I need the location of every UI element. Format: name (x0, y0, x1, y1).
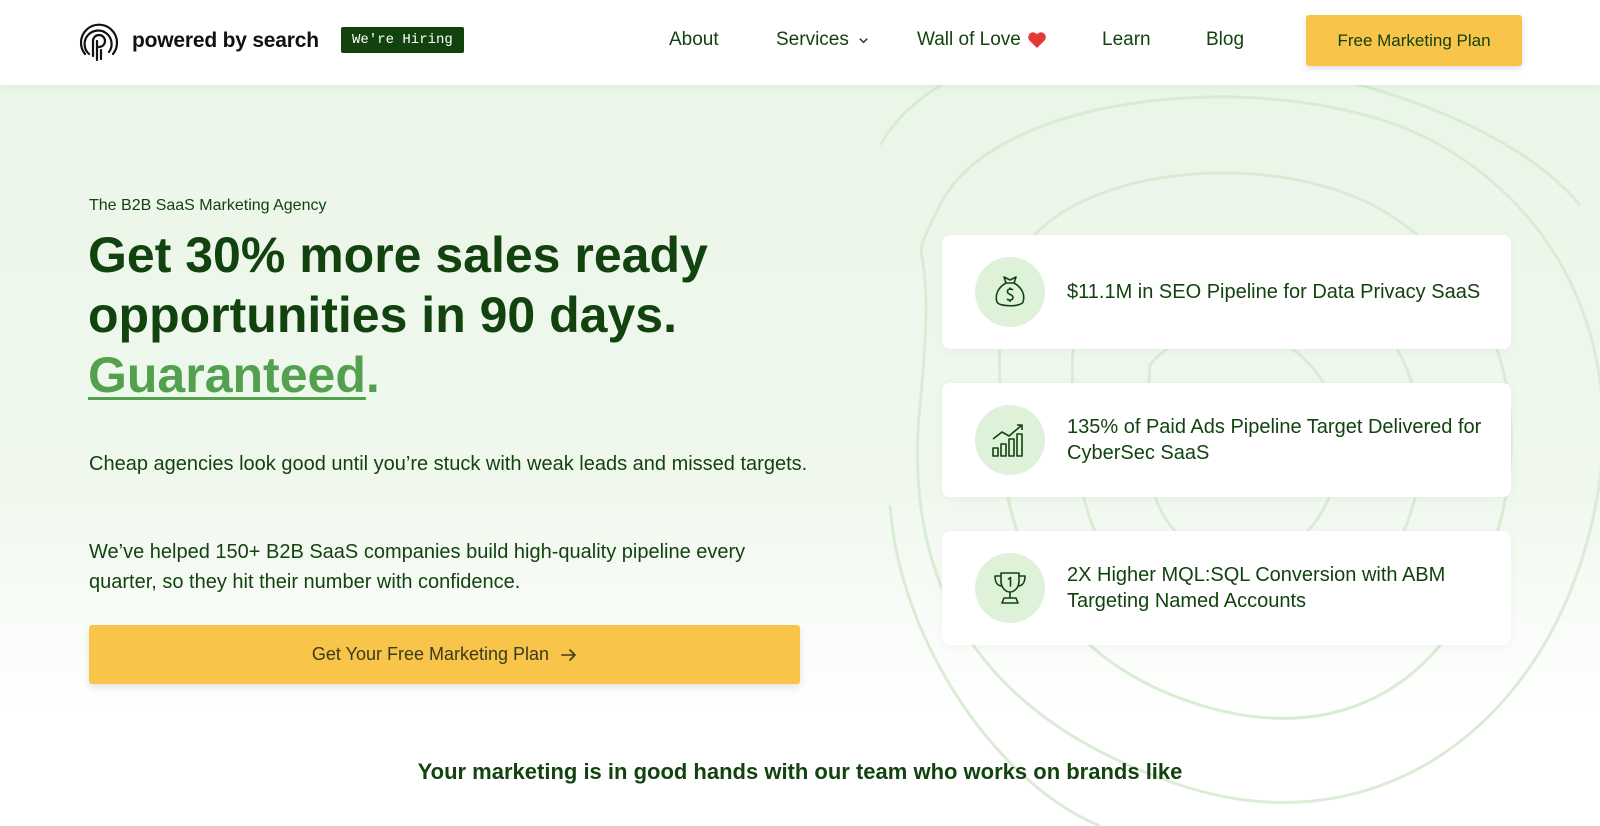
hiring-badge[interactable]: We're Hiring (341, 27, 464, 53)
stat-text: 135% of Paid Ads Pipeline Target Deliver… (1067, 416, 1482, 464)
nav-learn[interactable]: Learn (1102, 0, 1151, 80)
headline-period: . (365, 347, 380, 403)
chevron-down-icon (859, 37, 868, 43)
nav-services-label: Services (776, 29, 849, 50)
nav-services[interactable]: Services (776, 0, 869, 80)
money-bag-icon (995, 276, 1025, 307)
nav-blog-label: Blog (1206, 29, 1245, 50)
nav-wall-of-love[interactable]: Wall of Love (917, 0, 1047, 80)
hero-headline: Get 30% more sales ready opportunities i… (88, 225, 848, 405)
heart-icon (1028, 32, 1046, 48)
hero-eyebrow: The B2B SaaS Marketing Agency (89, 197, 327, 214)
arrow-right-icon (561, 648, 576, 661)
stat-card: 135% of Paid Ads Pipeline Target Deliver… (942, 383, 1511, 497)
site-header: powered by search We're Hiring About Ser… (0, 0, 1600, 85)
trophy-icon (994, 572, 1026, 604)
hero-paragraph-2: We’ve helped 150+ B2B SaaS companies bui… (89, 541, 746, 593)
guaranteed-link[interactable]: Guaranteed (88, 347, 366, 403)
nav-about-label: About (669, 29, 719, 50)
hero-section: The B2B SaaS Marketing Agency Get 30% mo… (0, 85, 1600, 826)
nav-blog[interactable]: Blog (1206, 0, 1244, 80)
logo-link[interactable]: powered by search (76, 18, 319, 64)
logo-icon (79, 23, 119, 62)
headline-line-1: Get 30% more sales ready (88, 227, 708, 283)
headline-line-2: opportunities in 90 days. (88, 287, 677, 343)
stat-text: 2X Higher MQL:SQL Conversion with ABM Ta… (1067, 564, 1446, 612)
get-free-marketing-plan-button[interactable]: Get Your Free Marketing Plan (89, 625, 800, 684)
stat-icon-circle (975, 553, 1045, 623)
stat-text: $11.1M in SEO Pipeline for Data Privacy … (1067, 281, 1481, 303)
nav-about[interactable]: About (669, 0, 719, 80)
logo-text: powered by search (132, 29, 319, 52)
cta-main-label: Get Your Free Marketing Plan (311, 644, 550, 664)
hero-paragraph-1: Cheap agencies look good until you’re st… (89, 453, 808, 475)
nav-learn-label: Learn (1102, 29, 1151, 50)
stat-icon-circle (975, 257, 1045, 327)
stat-card: 2X Higher MQL:SQL Conversion with ABM Ta… (942, 531, 1511, 645)
stat-icon-circle (975, 405, 1045, 475)
nav-wall-of-love-label: Wall of Love (917, 29, 1021, 50)
free-marketing-plan-button[interactable]: Free Marketing Plan (1306, 15, 1522, 66)
growth-chart-icon (992, 424, 1023, 457)
stat-card: $11.1M in SEO Pipeline for Data Privacy … (942, 235, 1511, 349)
brands-section-title: Your marketing is in good hands with our… (417, 759, 1183, 784)
